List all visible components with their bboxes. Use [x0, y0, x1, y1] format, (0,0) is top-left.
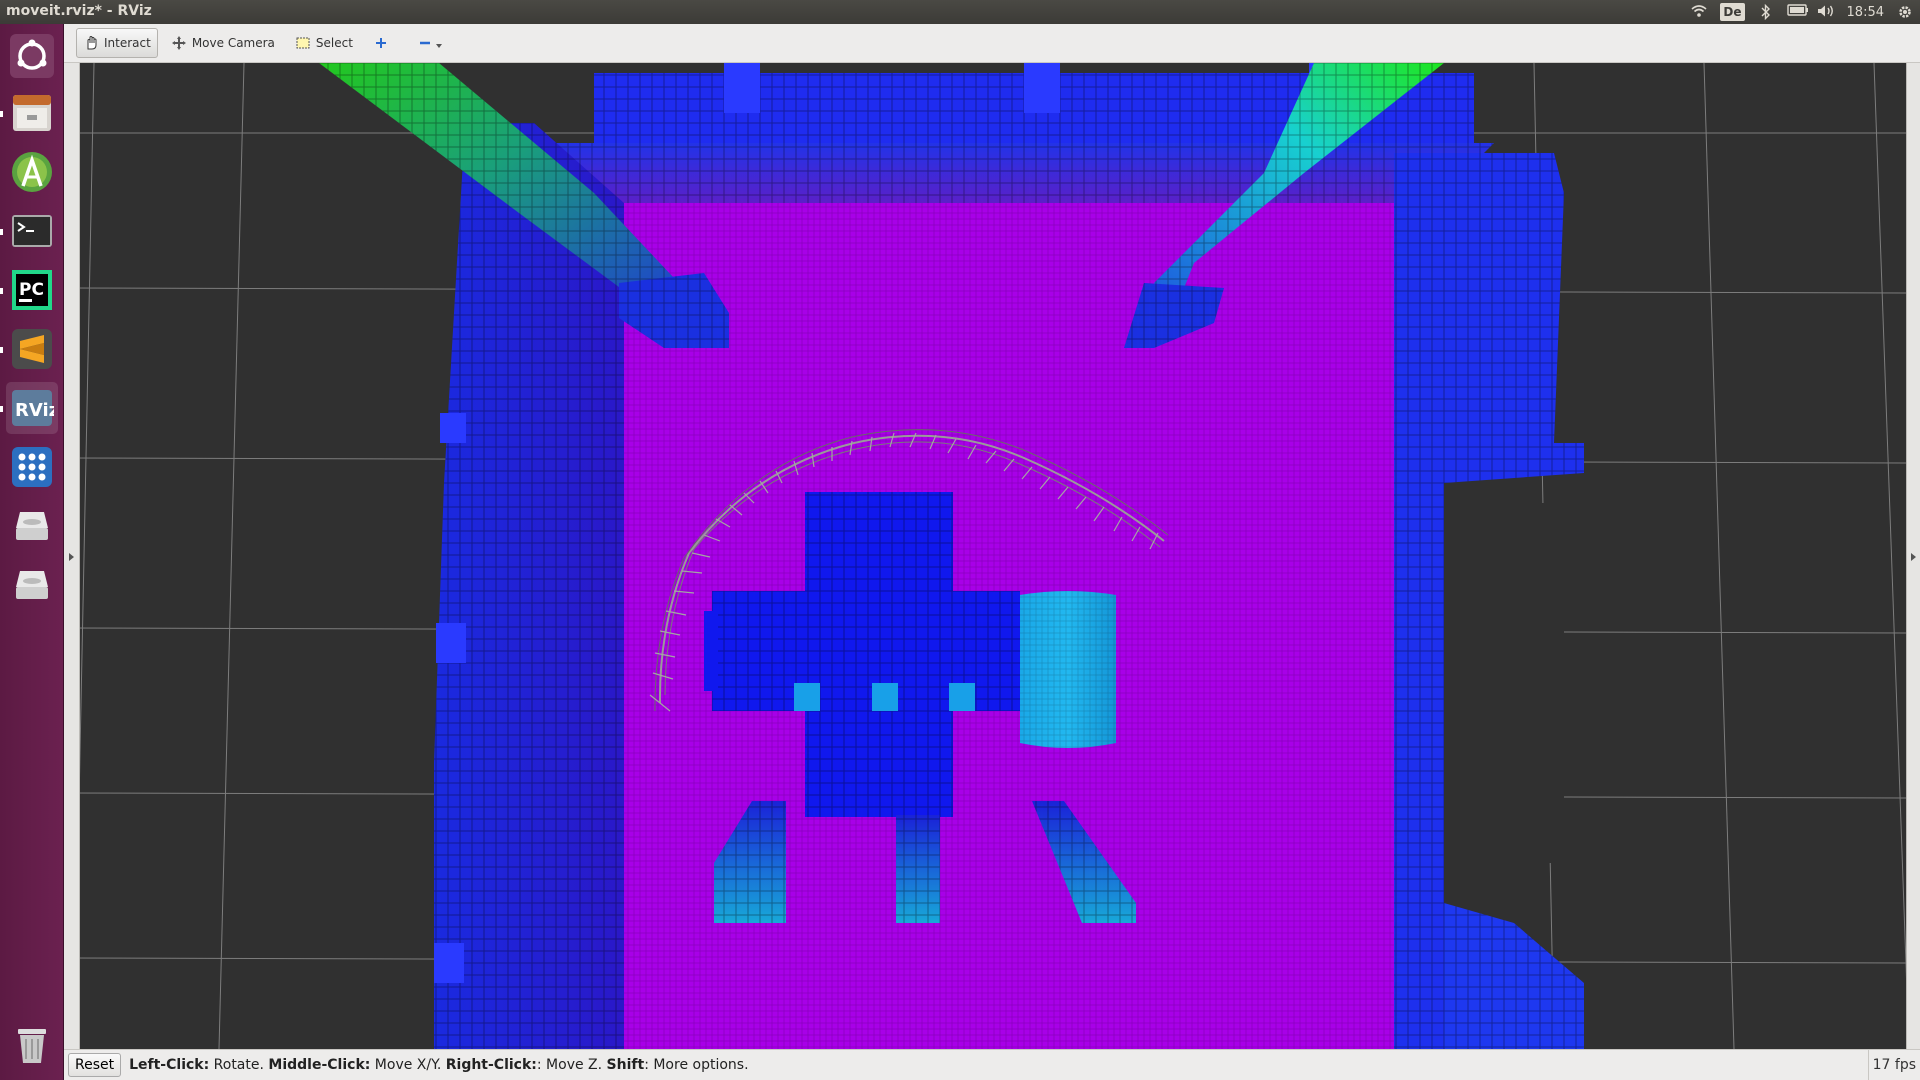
expand-left-arrow-icon[interactable]	[69, 553, 74, 561]
launcher-item-files[interactable]	[0, 87, 58, 139]
svg-text:PC: PC	[19, 280, 44, 300]
expand-right-arrow-icon[interactable]	[1911, 553, 1916, 561]
right-panel-splitter[interactable]	[1906, 63, 1920, 1049]
fps-counter: 17 fps	[1868, 1050, 1920, 1080]
status-bar: Reset Left-Click: Rotate. Middle-Click: …	[64, 1049, 1920, 1080]
bluetooth-icon[interactable]	[1757, 3, 1775, 21]
ubuntu-dash-icon	[10, 34, 54, 78]
scene-canvas[interactable]	[64, 63, 1920, 1049]
tool-interact-label: Interact	[104, 36, 151, 50]
tool-move-camera-label: Move Camera	[191, 36, 275, 50]
top-panel: moveit.rviz* - RViz De 18:54	[0, 0, 1920, 24]
launcher-item-rviz[interactable]: RViz	[0, 382, 58, 434]
3d-render-viewport[interactable]	[64, 63, 1920, 1049]
minus-icon	[419, 41, 430, 45]
unity-launcher: PC RViz	[0, 24, 64, 1080]
hand-pointer-icon	[87, 35, 97, 50]
select-box-icon	[296, 37, 310, 49]
rviz-icon: RViz	[12, 390, 54, 426]
drive-icon	[16, 571, 48, 599]
svg-text:RViz: RViz	[15, 400, 54, 421]
launcher-item-app-grid[interactable]	[6, 441, 58, 493]
wifi-icon[interactable]	[1690, 4, 1708, 20]
battery-icon[interactable]	[1786, 4, 1808, 20]
plus-icon	[375, 38, 386, 48]
system-tray: De 18:54	[1690, 2, 1914, 22]
app-grid-icon	[12, 447, 52, 487]
launcher-item-pycharm[interactable]: PC	[0, 264, 58, 316]
window-title: moveit.rviz* - RViz	[6, 3, 152, 19]
settings-gear-icon[interactable]	[1896, 4, 1914, 20]
tool-select[interactable]: Select	[288, 28, 360, 58]
left-panel-splitter[interactable]	[64, 63, 80, 1049]
drive-icon	[16, 512, 48, 540]
android-studio-icon	[12, 152, 52, 192]
volume-icon[interactable]	[1817, 4, 1835, 20]
chevron-down-icon	[435, 44, 442, 48]
clock[interactable]: 18:54	[1847, 5, 1884, 20]
files-icon	[13, 95, 51, 131]
move-camera-icon	[171, 36, 186, 50]
tool-select-label: Select	[315, 36, 353, 50]
launcher-item-android-studio[interactable]	[6, 146, 58, 198]
tool-move-camera[interactable]: Move Camera	[164, 28, 282, 58]
trash-icon	[18, 1029, 46, 1063]
rviz-toolbar: Interact Move Camera Select	[64, 24, 1920, 63]
keyboard-layout-indicator[interactable]: De	[1720, 3, 1745, 21]
launcher-item-dash[interactable]	[6, 30, 58, 82]
launcher-item-drive-2[interactable]	[6, 559, 58, 611]
remove-tool-button[interactable]	[410, 28, 450, 58]
pycharm-icon: PC	[12, 270, 52, 310]
launcher-item-trash[interactable]	[6, 1019, 58, 1071]
launcher-item-drive-1[interactable]	[6, 500, 58, 552]
add-tool-button[interactable]	[366, 28, 396, 58]
mouse-hint-text: Left-Click: Rotate. Middle-Click: Move X…	[129, 1057, 749, 1073]
launcher-item-sublime[interactable]	[0, 323, 58, 375]
reset-button[interactable]: Reset	[68, 1053, 122, 1077]
tool-interact[interactable]: Interact	[76, 28, 158, 58]
sublime-text-icon	[12, 329, 52, 369]
launcher-item-terminal[interactable]	[0, 205, 58, 257]
terminal-icon	[12, 215, 52, 247]
